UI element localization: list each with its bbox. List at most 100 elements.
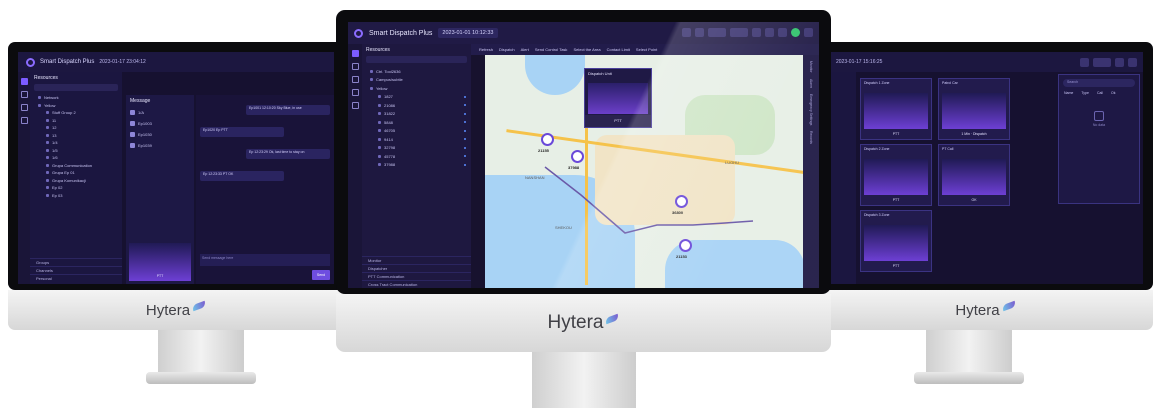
toolbar-button[interactable]: Refresh	[479, 47, 493, 52]
toolbar-button[interactable]: Contact Limit	[607, 47, 630, 52]
message-nav-icon[interactable]	[351, 76, 359, 83]
send-button[interactable]: Send	[312, 270, 330, 280]
video-card[interactable]: Patrol Car 1 Min · Dispatch	[938, 78, 1010, 140]
tree-item[interactable]: Yellow	[30, 102, 122, 110]
unit-marker-icon[interactable]	[571, 150, 584, 163]
tree-item[interactable]: Network	[30, 94, 122, 102]
unit-label: 37988	[568, 165, 580, 170]
volume-icon[interactable]	[682, 28, 691, 37]
mic-icon[interactable]	[695, 28, 704, 37]
right-search-input[interactable]: Search	[1063, 79, 1135, 87]
contact-item[interactable]: Ep1030	[126, 129, 194, 140]
panel-section[interactable]: Monitor	[362, 256, 471, 264]
side-tab[interactable]: Monitor	[809, 61, 813, 73]
map-nav-icon[interactable]	[351, 63, 359, 70]
panel-section[interactable]: Cross Tract Communication	[362, 280, 471, 288]
video-card[interactable]: Dispatch 3 Zone PTT	[860, 210, 932, 272]
tree-item[interactable]: Grupa Ep 01	[30, 169, 122, 177]
record-nav-icon[interactable]	[351, 89, 359, 96]
message-input[interactable]: Send message here	[200, 254, 330, 266]
video-card-action[interactable]: PTT	[861, 196, 931, 205]
radio-device-icon	[46, 193, 49, 197]
video-card-action[interactable]: PTT	[861, 130, 931, 139]
tree-item[interactable]: 31822	[362, 110, 471, 119]
video-card-action[interactable]: OK	[939, 196, 1009, 205]
tree-item[interactable]: 1/4	[30, 139, 122, 147]
lock-icon[interactable]	[778, 28, 787, 37]
talk-mode-icon[interactable]	[708, 28, 726, 37]
message-nav-icon[interactable]	[20, 91, 28, 98]
video-card[interactable]: Dispatch 1 Zone PTT	[860, 78, 932, 140]
toolbar-button[interactable]: Select the Area	[573, 47, 600, 52]
panel-section[interactable]: Groups	[30, 258, 122, 266]
tree-item[interactable]: Yellow	[362, 84, 471, 93]
tree-item[interactable]: 11	[30, 117, 122, 125]
tree-item-label: Ep 02	[52, 185, 63, 191]
toolbar-button[interactable]: Dispatch	[499, 47, 515, 52]
resources-nav-icon[interactable]	[20, 78, 28, 85]
settings-nav-icon[interactable]	[351, 102, 359, 109]
radio-device-icon	[46, 126, 49, 130]
tree-item[interactable]: 21086	[362, 101, 471, 110]
tree-item[interactable]: 1/5	[30, 147, 122, 155]
tree-item[interactable]: 45778	[362, 152, 471, 161]
left-resource-search[interactable]	[34, 84, 118, 91]
online-status-icon	[464, 155, 466, 158]
side-tab[interactable]: Alarm	[809, 79, 813, 88]
tree-item[interactable]: 46705	[362, 127, 471, 136]
bell-icon[interactable]	[765, 28, 774, 37]
left-monitor-bezel: Smart Dispatch Plus 2023-01-17 23:04:12 …	[8, 42, 344, 290]
panel-section[interactable]: Personal	[30, 274, 122, 282]
tree-item[interactable]: 12	[30, 124, 122, 132]
side-tab[interactable]: Emergency Settings	[809, 94, 813, 125]
video-card-action[interactable]: 1 Min · Dispatch	[939, 130, 1009, 139]
toolbar-button[interactable]: Send Control Task	[535, 47, 568, 52]
resources-nav-icon[interactable]	[351, 50, 359, 57]
toolbar-button[interactable]: Select Point	[636, 47, 657, 52]
bell-icon[interactable]	[1115, 58, 1124, 67]
tree-item[interactable]: 5848	[362, 118, 471, 127]
tree-item[interactable]: Grupa Communication	[30, 162, 122, 170]
video-card[interactable]: PT Call OK	[938, 144, 1010, 206]
toolbar-button[interactable]: Alert	[521, 47, 529, 52]
unit-marker-icon[interactable]	[541, 133, 554, 146]
video-card[interactable]: Dispatch 2 Zone PTT	[860, 144, 932, 206]
tree-item[interactable]: 13	[30, 132, 122, 140]
panel-section[interactable]: Dispatcher	[362, 264, 471, 272]
tree-item[interactable]: Ep 03	[30, 192, 122, 200]
tree-item[interactable]: 1/6	[30, 154, 122, 162]
map-nav-icon[interactable]	[20, 104, 28, 111]
panel-section[interactable]: PTT Communication	[362, 272, 471, 280]
mode-toggle-icon[interactable]	[1093, 58, 1111, 67]
center-stand-neck	[532, 352, 636, 408]
center-header-icons	[682, 28, 813, 37]
call-mode-icon[interactable]	[730, 28, 748, 37]
tree-item[interactable]: 9414	[362, 135, 471, 144]
contact-item[interactable]: Ep1039	[126, 140, 194, 151]
tree-item[interactable]: Ctrl. Tool2636	[362, 67, 471, 76]
video-card-action[interactable]: PTT	[861, 262, 931, 271]
tree-item[interactable]: Stuff Group 2	[30, 109, 122, 117]
tree-item[interactable]: 37988	[362, 161, 471, 170]
tree-item[interactable]: 1827	[362, 93, 471, 102]
panel-section[interactable]: Channels	[30, 266, 122, 274]
tree-item[interactable]: Grupa Komunikacji	[30, 177, 122, 185]
record-icon[interactable]	[752, 28, 761, 37]
center-resource-search[interactable]	[366, 56, 467, 63]
tree-item-label: 5848	[384, 119, 393, 125]
settings-nav-icon[interactable]	[20, 117, 28, 124]
volume-icon[interactable]	[1080, 58, 1089, 67]
user-icon[interactable]	[804, 28, 813, 37]
unit-marker-icon[interactable]	[679, 239, 692, 252]
tree-item[interactable]: Campus/subtle	[362, 76, 471, 85]
contact-item[interactable]: 1/A	[126, 107, 194, 118]
unit-marker-icon[interactable]	[675, 195, 688, 208]
tree-item[interactable]: 32798	[362, 144, 471, 153]
video-card-title: Dispatch 3 Zone	[864, 213, 890, 217]
ptt-button[interactable]: PTT	[585, 115, 651, 127]
user-icon[interactable]	[1128, 58, 1137, 67]
tree-item[interactable]: Ep 02	[30, 184, 122, 192]
left-ptt-button[interactable]: PTT	[129, 272, 191, 281]
side-tab[interactable]: Records	[809, 131, 813, 144]
contact-item[interactable]: Ep1003	[126, 118, 194, 129]
